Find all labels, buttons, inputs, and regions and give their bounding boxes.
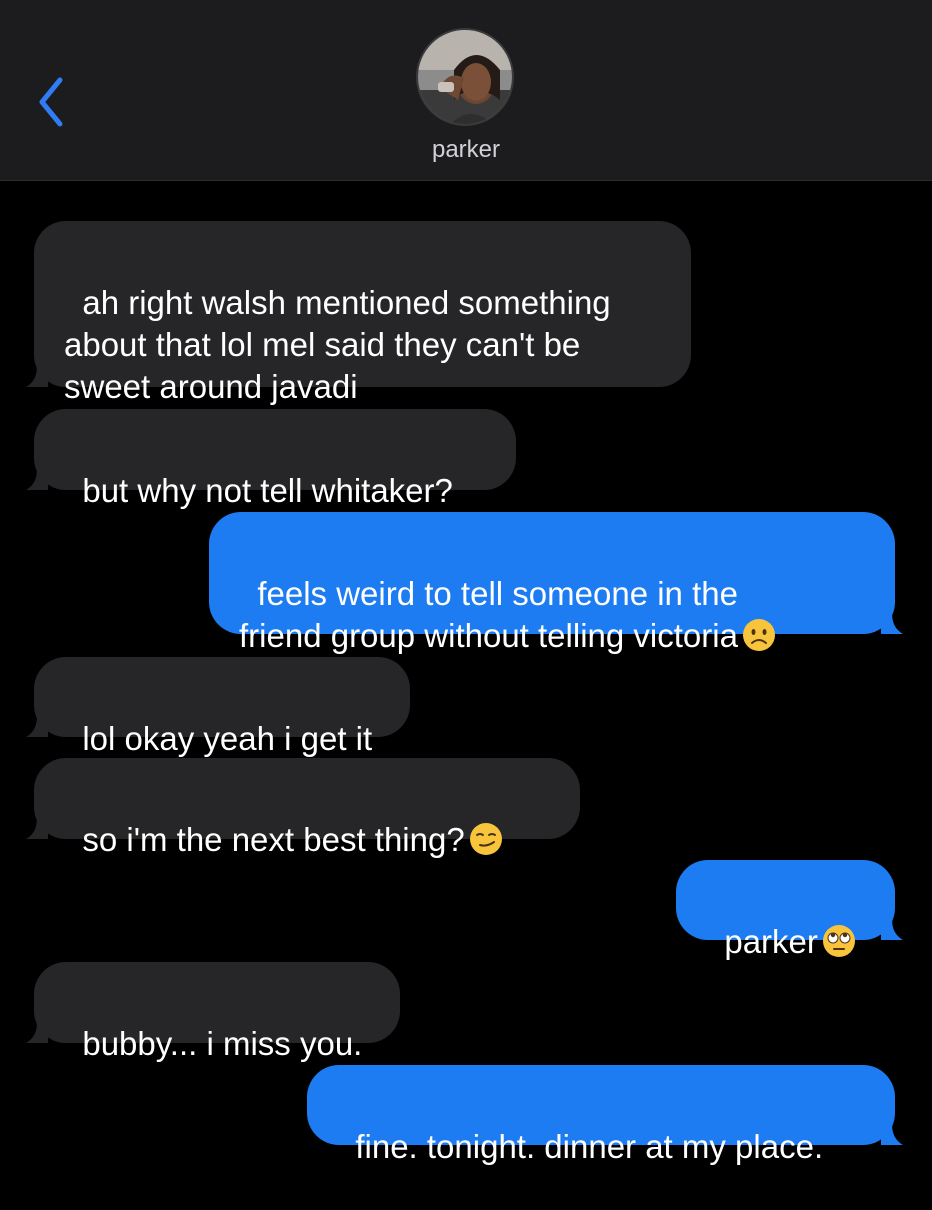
frowning-face-emoji — [742, 619, 775, 651]
smirking-face-emoji — [469, 823, 502, 855]
outgoing-message[interactable]: feels weird to tell someone in the frien… — [209, 512, 903, 654]
message-text: so i'm the next best thing? — [82, 821, 465, 858]
incoming-message[interactable]: lol okay yeah i get it — [26, 657, 410, 757]
bubble-tail — [26, 709, 48, 737]
message-text: lol okay yeah i get it — [82, 720, 373, 757]
incoming-message[interactable]: so i'm the next best thing? — [26, 758, 580, 858]
message-text: ah right walsh mentioned something about… — [64, 284, 611, 405]
message-text: feels weird to tell someone in the frien… — [239, 575, 738, 654]
bubble-tail — [881, 1117, 903, 1145]
message-text: parker — [724, 923, 818, 960]
incoming-message[interactable]: but why not tell whitaker? — [26, 409, 516, 509]
chevron-left-icon — [39, 77, 63, 127]
message-text: bubby... i miss you. — [82, 1025, 363, 1062]
avatar-photo — [418, 30, 512, 124]
bubble-tail — [26, 1015, 48, 1043]
eye-roll-face-emoji — [822, 925, 855, 957]
contact-avatar[interactable] — [416, 28, 514, 126]
bubble-tail — [881, 606, 903, 634]
bubble-tail — [26, 462, 48, 490]
incoming-message[interactable]: bubby... i miss you. — [26, 962, 400, 1062]
outgoing-message[interactable]: fine. tonight. dinner at my place. — [307, 1065, 903, 1165]
incoming-message[interactable]: ah right walsh mentioned something about… — [26, 221, 691, 405]
contact-name[interactable]: parker — [0, 136, 932, 164]
message-text: but why not tell whitaker? — [82, 472, 453, 509]
bubble-tail — [26, 359, 48, 387]
conversation-header: parker — [0, 0, 932, 181]
bubble-tail — [881, 912, 903, 940]
outgoing-message[interactable]: parker — [676, 860, 903, 960]
message-text: fine. tonight. dinner at my place. — [355, 1128, 824, 1165]
back-button[interactable] — [30, 72, 74, 132]
bubble-tail — [26, 811, 48, 839]
